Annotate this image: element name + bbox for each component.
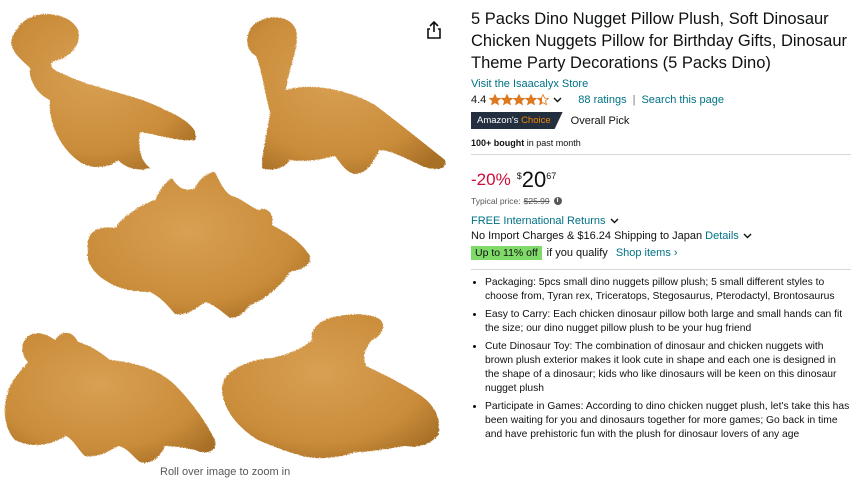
typical-label: Typical price: — [471, 196, 521, 206]
returns-label: FREE International Returns — [471, 215, 606, 227]
search-page-link[interactable]: Search this page — [641, 94, 724, 106]
rating-row: 4.4 88 ratings | Search this page — [471, 93, 851, 107]
star-icon — [501, 94, 514, 106]
choice-prefix: Amazon's — [477, 115, 519, 126]
store-link[interactable]: Visit the Isaacalyx Store — [471, 78, 851, 90]
product-title: 5 Packs Dino Nugget Pillow Plush, Soft D… — [471, 10, 847, 72]
star-icon — [525, 94, 538, 106]
info-icon[interactable]: i — [553, 197, 562, 205]
star-icon — [537, 94, 550, 106]
overall-pick: Overall Pick — [570, 114, 630, 127]
chevron-down-icon[interactable] — [553, 94, 562, 106]
returns-link[interactable]: FREE International Returns — [471, 215, 851, 227]
discount-percent: -20% — [471, 170, 511, 189]
list-item: Easy to Carry: Each chicken dinosaur pil… — [485, 308, 851, 336]
details-link[interactable]: Details — [705, 230, 739, 242]
brontosaurus-nugget — [247, 17, 446, 175]
bought-rest: in past month — [524, 138, 581, 148]
share-icon[interactable] — [424, 20, 444, 40]
bought-info: 100+ bought in past month — [471, 138, 851, 148]
rollover-hint: Roll over image to zoom in — [160, 466, 291, 478]
price-whole: 20 — [521, 167, 547, 192]
price: $ 20 67 — [517, 169, 557, 191]
triceratops-nugget — [4, 332, 216, 463]
chevron-down-icon — [610, 215, 619, 227]
promo-row: Up to 11% off if you qualify Shop items … — [471, 246, 851, 260]
price-fraction: 67 — [546, 171, 557, 181]
product-image[interactable] — [0, 0, 455, 474]
product-image-gallery[interactable]: Roll over image to zoom in — [0, 0, 455, 478]
divider — [471, 269, 851, 270]
amazons-choice-badge[interactable]: Amazon's Choice — [471, 112, 563, 129]
trex-nugget — [11, 14, 196, 170]
list-item: Participate in Games: According to dino … — [485, 400, 851, 442]
import-text: No Import Charges & $16.24 Shipping to J… — [471, 230, 703, 242]
choice-highlight: Choice — [521, 115, 551, 126]
star-icon — [489, 94, 502, 106]
divider — [471, 154, 851, 155]
star-icon — [513, 94, 526, 106]
typical-price: Typical price: $25.99 i — [471, 196, 851, 206]
bought-count: 100+ bought — [471, 138, 525, 148]
promo-qualify: if you qualify — [546, 247, 608, 259]
separator: | — [632, 94, 636, 106]
rating-value: 4.4 — [471, 94, 487, 106]
star-rating-icon[interactable] — [489, 94, 550, 106]
promo-badge: Up to 11% off — [471, 246, 542, 260]
price-row: -20% $ 20 67 — [471, 169, 851, 195]
list-item: Packaging: 5pcs small dino nuggets pillo… — [485, 276, 851, 304]
ratings-count-link[interactable]: 88 ratings — [578, 94, 626, 106]
list-item: Cute Dinosaur Toy: The combination of di… — [485, 340, 851, 396]
stegosaurus-nugget — [87, 172, 311, 318]
shop-items-link[interactable]: Shop items › — [616, 247, 678, 259]
typical-price-value: $25.99 — [523, 196, 550, 206]
feature-bullets: Packaging: 5pcs small dino nuggets pillo… — [471, 276, 851, 442]
chevron-down-icon[interactable] — [743, 230, 752, 242]
choice-row: Amazon's Choice Overall Pick — [471, 112, 851, 129]
pterodactyl-nugget — [222, 314, 440, 459]
import-charges: No Import Charges & $16.24 Shipping to J… — [471, 230, 851, 242]
product-detail: 5 Packs Dino Nugget Pillow Plush, Soft D… — [471, 8, 851, 446]
